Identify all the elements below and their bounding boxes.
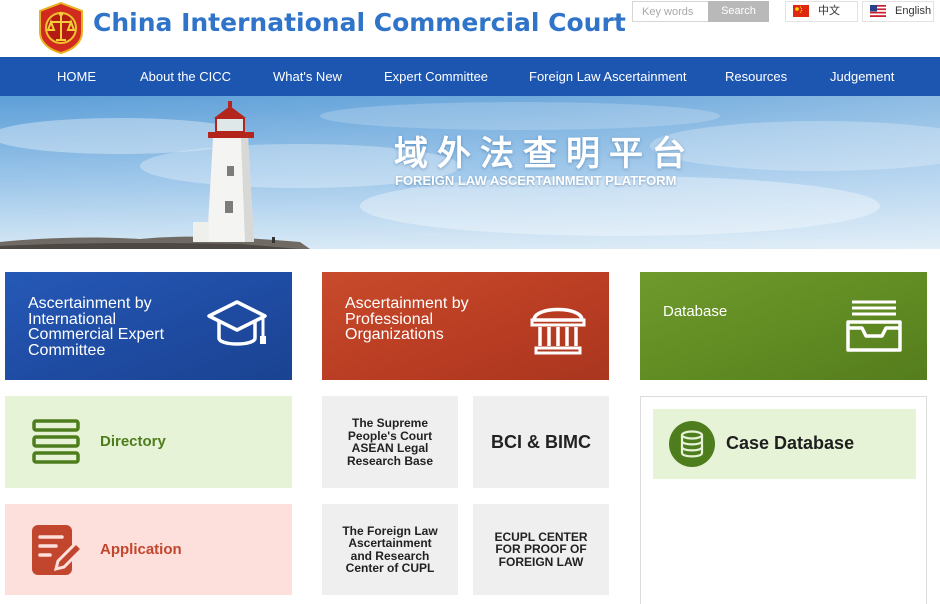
tile-text-line: Center of CUPL [345, 561, 435, 575]
china-flag-icon [793, 5, 809, 17]
banner-title-english: FOREIGN LAW ASCERTAINMENT PLATFORM [395, 173, 677, 188]
nav-item-expert-committee[interactable]: Expert Committee [384, 57, 488, 96]
expert-committee-label: Ascertainment by International Commercia… [28, 296, 164, 358]
tile-text-line: Commercial Expert [28, 326, 165, 343]
cupl-center-tile[interactable]: The Foreign Law Ascertainment and Resear… [322, 504, 458, 595]
tile-text-line: The Supreme [351, 416, 429, 430]
expert-committee-tile[interactable]: Ascertainment by International Commercia… [5, 272, 292, 380]
tile-text-line: FOREIGN LAW [498, 554, 584, 569]
tile-text-line: ASEAN Legal [351, 441, 429, 455]
case-database-label: Case Database [726, 433, 855, 453]
nav-item-about[interactable]: About the CICC [140, 57, 231, 96]
tile-text-line: Ascertainment by [345, 295, 469, 312]
inbox-tray-icon [846, 300, 902, 352]
site-title[interactable]: China International Commercial Court [93, 8, 626, 37]
language-chinese-label: 中文 [818, 5, 840, 17]
professional-organizations-tile[interactable]: Ascertainment by Professional Organizati… [322, 272, 609, 380]
tile-text-line: Ascertainment by [28, 295, 152, 312]
banner: 域外法查明平台 FOREIGN LAW ASCERTAINMENT PLATFO… [0, 96, 940, 249]
case-database-tile[interactable]: Case Database [653, 409, 916, 479]
asean-research-base-tile[interactable]: The Supreme People's Court ASEAN Legal R… [322, 396, 458, 488]
bci-bimc-tile[interactable]: BCI & BIMC [473, 396, 609, 488]
ecupl-center-label: ECUPL CENTER FOR PROOF OF FOREIGN LAW [494, 531, 587, 569]
edit-document-icon [32, 525, 84, 575]
tile-text-line: FOR PROOF OF [495, 542, 587, 557]
language-english-button[interactable]: English [862, 1, 934, 22]
search-input[interactable]: Key words [632, 1, 709, 22]
header: China International Commercial Court Key… [0, 0, 940, 57]
nav-item-home[interactable]: HOME [57, 57, 96, 96]
tile-text-line: Professional [345, 310, 434, 328]
graduation-cap-icon [207, 300, 267, 346]
tile-text-line: Research Base [346, 453, 434, 468]
tile-text-line: Committee [28, 341, 106, 359]
application-tile[interactable]: Application [5, 504, 292, 595]
institution-building-icon [530, 307, 586, 355]
court-emblem-icon[interactable] [37, 2, 85, 54]
cupl-center-label: The Foreign Law Ascertainment and Resear… [342, 524, 437, 575]
asean-research-base-label: The Supreme People's Court ASEAN Legal R… [347, 417, 433, 467]
language-english-label: English [895, 5, 932, 17]
nav-item-resources[interactable]: Resources [725, 57, 787, 96]
database-label: Database [663, 303, 728, 320]
search-button[interactable]: Search [708, 1, 769, 22]
tile-text-line: Organizations [345, 326, 444, 343]
tile-text-line: Ascertainment [348, 536, 432, 550]
main-nav: HOME About the CICC What's New Expert Co… [0, 57, 940, 96]
directory-label: Directory [100, 433, 166, 450]
directory-tile[interactable]: Directory [5, 396, 292, 488]
banner-title-chinese: 域外法查明平台 [394, 134, 695, 174]
database-stack-icon [669, 421, 715, 467]
ecupl-center-tile[interactable]: ECUPL CENTER FOR PROOF OF FOREIGN LAW [473, 504, 609, 595]
application-label: Application [100, 541, 182, 558]
nav-item-foreign-law[interactable]: Foreign Law Ascertainment [529, 57, 687, 96]
language-chinese-button[interactable]: 中文 [785, 1, 858, 22]
tile-text-line: International [28, 310, 117, 328]
bci-bimc-label: BCI & BIMC [491, 431, 591, 452]
nav-item-judgement[interactable]: Judgement [830, 57, 894, 96]
directory-list-icon [32, 419, 80, 464]
page: China International Commercial Court Key… [0, 0, 940, 604]
professional-organizations-label: Ascertainment by Professional Organizati… [345, 296, 469, 343]
nav-item-whats-new[interactable]: What's New [273, 57, 342, 96]
us-flag-icon [870, 5, 886, 17]
case-database-panel: Case Database [640, 396, 927, 604]
database-tile[interactable]: Database [640, 272, 927, 380]
